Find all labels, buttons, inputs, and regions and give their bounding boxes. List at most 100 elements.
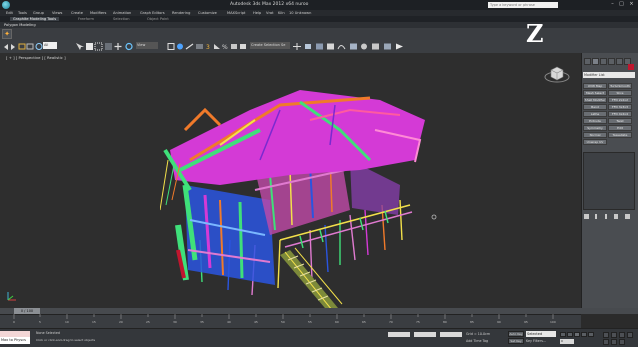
menu-unknown[interactable]: 10 Unknown (289, 11, 311, 15)
field-of-view-icon[interactable] (603, 339, 609, 345)
reference-coordinate-dropdown[interactable]: View (136, 42, 158, 49)
tick-label: 20 (119, 320, 123, 324)
modifier-button[interactable]: Symmetry (583, 125, 607, 131)
motion-tab-icon[interactable] (608, 58, 615, 65)
tick-label: 45 (254, 320, 258, 324)
modifier-button[interactable]: UVW Map (583, 83, 607, 89)
scale-icon (167, 43, 175, 50)
selection-filter-dropdown[interactable]: All (43, 42, 57, 49)
menu-maxscript[interactable]: MAXScript (227, 11, 245, 15)
stack-tools (584, 214, 630, 219)
polygon-modeling-label[interactable]: Polygon Modeling (4, 23, 36, 27)
zoom-extents-icon[interactable] (619, 332, 625, 338)
modifier-list-dropdown[interactable]: Modifier List (583, 72, 635, 78)
menu-views[interactable]: Views (52, 11, 62, 15)
go-to-start-icon[interactable] (560, 332, 566, 337)
menu-vrat[interactable]: Vrat (266, 11, 274, 15)
menu-tools[interactable]: Tools (18, 11, 27, 15)
svg-text:3: 3 (206, 44, 210, 51)
keyboard-shortcut-icon (196, 44, 203, 49)
x-coordinate-field[interactable] (388, 332, 410, 337)
graphite-toggle-icon (327, 43, 334, 50)
tab-object-paint[interactable]: Object Paint (147, 17, 169, 21)
key-mode-dropdown[interactable]: Selected (526, 331, 556, 337)
auto-key-button[interactable]: Auto Key (508, 331, 524, 337)
menu-help[interactable]: Help (253, 11, 261, 15)
create-tab-icon[interactable] (584, 58, 591, 65)
modifier-button[interactable]: FFD 3x3x3 (608, 104, 632, 110)
current-frame-field[interactable]: 0 (560, 339, 574, 344)
menu-animation[interactable]: Animation (113, 11, 131, 15)
modifier-button[interactable]: FFD 4x4x4 (608, 111, 632, 117)
close-icon[interactable]: × (628, 1, 635, 8)
modifier-button[interactable]: Twist (608, 118, 632, 124)
set-key-button[interactable]: Set Key (508, 338, 524, 344)
tick-label: 15 (92, 320, 96, 324)
menu-create[interactable]: Create (71, 11, 83, 15)
menu-edit[interactable]: Edit (6, 11, 13, 15)
maxscript-listener-input[interactable]: Max to Physcs (0, 337, 30, 344)
modifier-button[interactable]: Mesh Select (583, 90, 607, 96)
render-icon (396, 43, 403, 50)
zoom-all-icon[interactable] (611, 332, 617, 338)
named-selection-set-dropdown[interactable]: Create Selection Se (250, 42, 290, 49)
z-coordinate-field[interactable] (440, 332, 462, 337)
menu-rendering[interactable]: Rendering (172, 11, 190, 15)
axis-tripod-icon (7, 292, 16, 301)
modifier-button[interactable]: TurboSmooth (608, 83, 632, 89)
modifier-button[interactable]: Slice (608, 90, 632, 96)
select-object-icon (76, 43, 84, 50)
modifier-button[interactable]: Extrude (583, 118, 607, 124)
add-time-tag[interactable]: Add Time Tag (466, 339, 488, 343)
modifier-button[interactable]: Tessellate (608, 132, 632, 138)
prompt-line: Click or click-and-drag to select object… (36, 338, 96, 342)
menu-graph-editors[interactable]: Graph Editors (140, 11, 165, 15)
tick-label: 10 (65, 320, 69, 324)
application-button-icon[interactable] (2, 1, 10, 9)
next-frame-icon[interactable] (581, 332, 587, 337)
modifier-button[interactable]: FFD 2x2x2 (608, 97, 632, 103)
modifier-button[interactable]: Edit (608, 125, 632, 131)
play-icon[interactable] (574, 332, 580, 337)
maximize-icon[interactable]: □ (618, 1, 625, 8)
object-color-swatch[interactable] (628, 64, 634, 70)
modifier-button[interactable]: Normal (583, 132, 607, 138)
go-to-end-icon[interactable] (588, 332, 594, 337)
hierarchy-tab-icon[interactable] (600, 58, 607, 65)
menu-kiln[interactable]: Kiln (278, 11, 285, 15)
ribbon-tool-icon[interactable]: ✦ (2, 29, 12, 39)
pan-icon[interactable] (611, 339, 617, 345)
modifier-button[interactable]: Shell Modifier (583, 97, 607, 103)
modifier-button[interactable]: Unwrap UV (583, 139, 607, 145)
link-icon (18, 43, 26, 50)
cursor-icon (431, 214, 437, 220)
zoom-icon[interactable] (603, 332, 609, 338)
maximize-viewport-icon[interactable] (627, 332, 633, 338)
key-filters-button[interactable]: Key Filters... (526, 339, 546, 343)
tab-selection[interactable]: Selection (113, 17, 130, 21)
modifier-button[interactable]: Lathe (583, 111, 607, 117)
window-crossing-icon (105, 43, 112, 50)
minimize-icon[interactable]: – (609, 1, 616, 8)
display-tab-icon[interactable] (616, 58, 623, 65)
viewport-label[interactable]: [ + ] [ Perspective ] [ Realistic ] (6, 55, 66, 60)
tab-graphite-modeling-tools[interactable]: Graphite Modeling Tools (10, 17, 60, 21)
menu-modifiers[interactable]: Modifiers (90, 11, 106, 15)
modifier-button[interactable]: Bend (583, 104, 607, 110)
y-coordinate-field[interactable] (414, 332, 436, 337)
tab-freeform[interactable]: Freeform (78, 17, 94, 21)
rotate-icon (125, 42, 133, 51)
percent-snap-icon: % (222, 44, 228, 51)
previous-frame-icon[interactable] (567, 332, 573, 337)
menu-group[interactable]: Group (33, 11, 44, 15)
menu-customize[interactable]: Customize (198, 11, 217, 15)
modifier-stack[interactable] (583, 152, 635, 210)
viewcube-icon[interactable] (544, 64, 570, 84)
orbit-icon[interactable] (619, 339, 625, 345)
toolbar-icons: 3 % (4, 42, 403, 51)
layer-manager-icon (316, 43, 323, 50)
make-unique-icon (605, 214, 607, 219)
modify-tab-icon[interactable] (592, 58, 599, 65)
stilt-house-model[interactable] (160, 90, 470, 315)
search-input[interactable]: Type a keyword or phrase (488, 2, 558, 8)
